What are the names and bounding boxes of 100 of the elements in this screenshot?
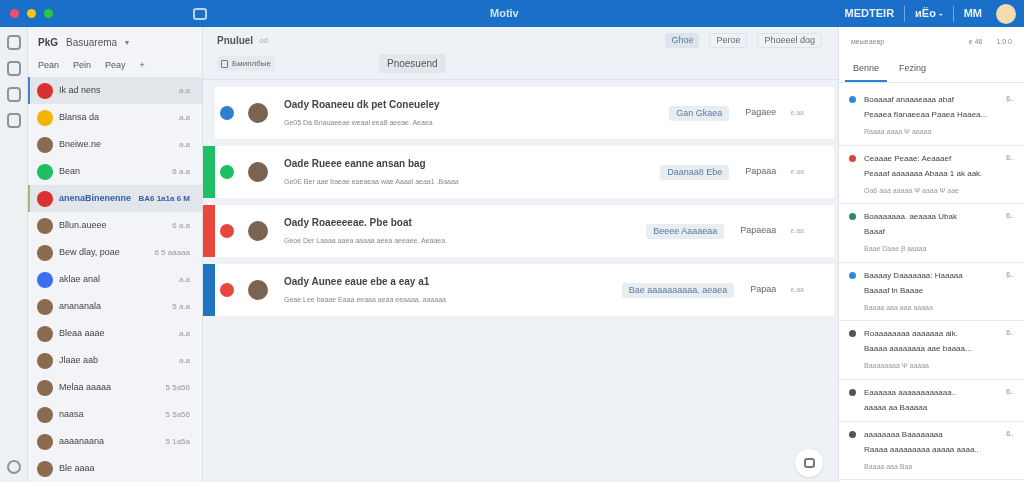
photo-placeholder [37,244,53,261]
conversation-time: a.a [178,354,190,367]
conversation-item[interactable]: Melaa aaaaa 5 5a56 [28,374,202,401]
card-title: Oade Rueee eanne ansan bag [284,157,427,172]
toolbar-label[interactable]: иЁо - [915,5,943,22]
photo-placeholder [37,325,53,342]
photo-placeholder [248,221,268,241]
activity-title: Baaaay Daaaaaaa: Haaaaa [864,269,964,282]
conversation-name: aklae anal [59,272,101,286]
photo-placeholder [37,379,53,396]
toolbar-button[interactable]: Ghoe [665,33,700,48]
conversation-name: Jlaae aab [59,353,99,367]
conversation-name: naasa [59,407,84,421]
photo-placeholder [37,136,53,153]
conversation-time: a.a [178,273,190,286]
conversation-time: 5 1a5a [165,435,190,448]
conversation-time: 5 a.a [172,300,190,313]
sidebar-title[interactable]: Basuarema [66,35,118,50]
conversation-item[interactable]: Blansa da a.a [28,104,202,131]
sidebar-tab[interactable]: Peay [105,58,126,73]
activity-title: aaaaaaaa Baaaaaaaa [864,428,944,441]
card-title: Oady Roaeeeeae. Pbe boat [284,216,413,231]
conversation-item[interactable]: Bneiwe.ne a.a [28,131,202,158]
photo-placeholder [37,460,53,477]
conversation-item[interactable]: Bean 6 a.a [28,158,202,185]
status-label: Papaa [750,283,777,297]
conversation-item[interactable]: Ik ad nens a.a [28,77,202,104]
conversation-item[interactable]: anananala 5 a.a [28,293,202,320]
conversation-time: 6 5 aaaaa [154,246,190,259]
photo-placeholder [248,280,268,300]
conversation-name: Blansa da [59,110,100,124]
photo-placeholder [37,406,53,423]
sidebar-tab[interactable]: + [139,58,145,73]
activity-text: Raaaa aaaaaaaaa aaaaa aaaa.. [864,443,980,456]
activity-title: Boaaaaf anaaaeaaa abaf [864,94,955,106]
photo-placeholder [248,162,268,182]
activity-text: Baaaf [864,226,886,238]
conversation-name: Melaa aaaaa [59,380,112,394]
toolbar-label[interactable]: MM [963,5,982,22]
activity-text: Peaaaf aaaaaaa Abaaa 1 ak aak. [864,167,984,180]
activity-title: Boaaaaaaa. aeaaaa Ubak [864,211,958,223]
conversation-item[interactable]: Bleaa aaae a.a [28,320,202,347]
conversation-name: anananala [59,299,102,313]
activity-title: Eaaaaaa aaaaaaaaaaaa.. [864,386,958,399]
primary-button[interactable]: Pnoesuend [379,54,446,73]
activity-text: aaaaa aa Baaaaa [864,401,929,414]
conversation-time: BA6 1a1a 6 M [138,192,190,205]
conversation-time: 6 a.a [172,165,190,178]
card-title: Oady Roaneeu dk pet Coneueley [284,98,440,113]
conversation-name: Bean [59,164,81,178]
conversation-item[interactable]: naasa 5 5a56 [28,401,202,428]
workspace-label: PkG [38,36,58,50]
panel-tab[interactable]: Benne [845,58,888,82]
floating-button[interactable] [795,449,823,477]
photo-placeholder [37,298,53,315]
toolbar-label[interactable]: MEDTEIR [844,5,895,22]
conversation-name: Bleaa aaae [59,326,105,340]
conversation-item[interactable]: Ble aaaa [28,455,202,482]
photo-placeholder [37,217,53,234]
activity-text: Baaaa aaaaaaaa aae baaaa... [864,343,973,355]
status-label: Pagaee [745,106,777,120]
tag-label: Bae aaaaaaaaaa. aeaea [621,282,735,298]
status-label: Papaeaa [740,224,777,238]
conversation-item[interactable]: Bllun.aueee 6 a.a [28,212,202,239]
avatar-icon[interactable] [996,3,1016,24]
conversation-item[interactable]: Jlaae aab a.a [28,347,202,374]
caret-icon[interactable]: ▾ [125,36,130,49]
conversation-name: Bllun.aueee [59,218,107,232]
conversation-time: a.a [178,84,190,97]
conversation-time: 6 a.a [172,219,190,232]
conversation-item[interactable]: aaaanaana 5 1a5a [28,428,202,455]
conversation-time: a.a [178,138,190,151]
activity-text: Peaaea fIanaeeaa Paaea Haaea... [864,109,989,121]
photo-placeholder [37,352,53,369]
toolbar-button[interactable]: Peroe [709,33,748,48]
sidebar-tab[interactable]: Pean [38,58,60,73]
sidebar-tab[interactable]: Pein [73,58,92,73]
tag-label: Gan Gkaea [669,105,730,121]
conversation-name: Ik ad nens [59,83,101,97]
conversation-time: 5 5a56 [165,381,190,394]
conversation-item[interactable]: anenaBinenenne BA6 1a1a 6 M [28,185,202,212]
conversation-item[interactable]: Bew dlay, poae 6 5 aaaaa [28,239,202,266]
conversation-name: aaaanaana [59,434,105,448]
window-title: Motiv [490,6,519,22]
activity-text: Baaaaf ln Baaae [864,284,925,297]
toolbar-button[interactable]: Phoeeel dog [757,33,822,48]
conversation-name: Bneiwe.ne [59,137,102,151]
conversation-name: anenaBinenenne [59,191,132,205]
card-title: Oady Aunee eaue ebe a eay a1 [284,275,431,290]
conversation-item[interactable]: aklae anal a.a [28,266,202,293]
tag-label: Beeee Aaaaeaa [646,223,725,239]
activity-title: Ceaaae Peaae: Aeaaaef [864,152,953,165]
conversation-name: Bew dlay, poae [59,245,120,259]
activity-title: Roaaaaaaaa aaaaaaa aik. [864,328,959,340]
settings-icon[interactable] [6,460,21,474]
photo-placeholder [248,103,268,123]
panel-tab[interactable]: Fezing [891,58,935,82]
conversation-name: Ble aaaa [59,461,95,475]
filter-chip[interactable]: Бмиплбые [217,56,275,71]
status-label: Papaaa [745,165,777,179]
